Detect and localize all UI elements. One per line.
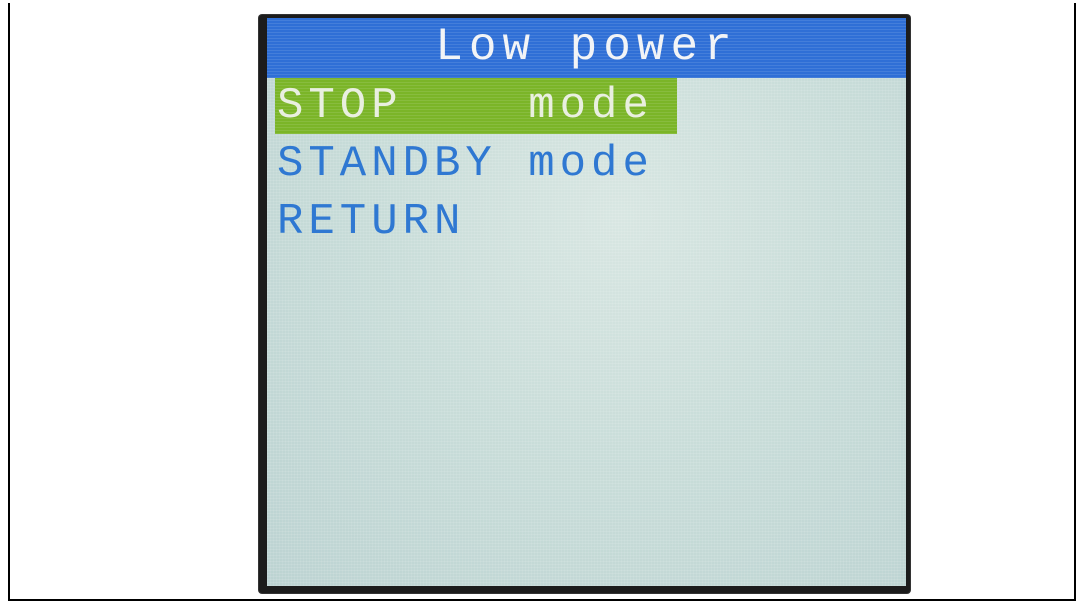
lcd-screen: Low power STOP mode STANDBY mode RETURN <box>267 18 906 586</box>
menu-item-standby-mode[interactable]: STANDBY mode <box>275 136 654 192</box>
menu-item-stop-mode[interactable]: STOP mode <box>275 78 677 134</box>
lcd-display: Low power STOP mode STANDBY mode RETURN <box>259 15 910 593</box>
cropped-caption <box>10 0 1074 6</box>
menu-item-return[interactable]: RETURN <box>275 194 465 250</box>
page: Low power STOP mode STANDBY mode RETURN <box>0 0 1084 605</box>
title-bar: Low power <box>267 18 906 78</box>
screen-title: Low power <box>435 21 738 73</box>
